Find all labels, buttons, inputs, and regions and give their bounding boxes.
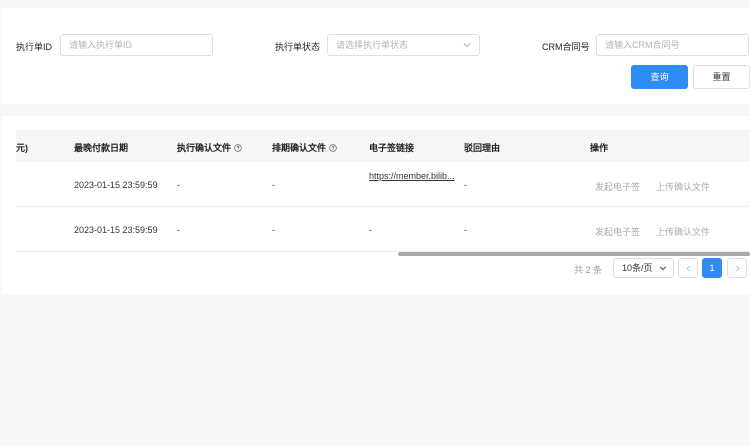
page-size-value: 10条/页 <box>622 263 653 273</box>
chevron-down-icon <box>659 266 667 271</box>
cell-exec-confirm-file: - <box>177 225 180 235</box>
col-header-latest-pay-date: 最晚付款日期 <box>74 143 129 153</box>
upload-confirm-file-action[interactable]: 上传确认文件 <box>656 225 710 238</box>
col-header-partial: 元) <box>16 143 28 153</box>
cell-esign-link: - <box>369 225 372 235</box>
cell-exec-confirm-file: - <box>177 180 180 190</box>
status-label: 执行单状态 <box>275 42 321 52</box>
chevron-right-icon <box>735 265 740 272</box>
table-panel: 元) 最晚付款日期 执行确认文件 排期确认文件 电子签链接 驳回理由 操作 20… <box>2 116 750 294</box>
crm-label: CRM合同号 <box>542 42 590 52</box>
crm-input[interactable] <box>596 34 749 56</box>
filter-panel: 执行单ID 执行单状态 请选择执行单状态 CRM合同号 查询 重置 <box>2 8 750 104</box>
chevron-left-icon <box>685 265 690 272</box>
start-esign-action[interactable]: 发起电子签 <box>595 225 640 238</box>
col-header-schedule-confirm-file: 排期确认文件 <box>272 141 337 154</box>
question-circle-icon[interactable] <box>329 144 337 152</box>
table-row: 2023-01-15 23:59:59 - - https://member.b… <box>16 162 750 207</box>
page-size-select[interactable]: 10条/页 <box>613 258 674 278</box>
status-select[interactable]: 请选择执行单状态 <box>327 34 480 56</box>
next-page-button[interactable] <box>727 258 747 278</box>
horizontal-scrollbar-thumb[interactable] <box>398 252 750 256</box>
table-row: 2023-01-15 23:59:59 - - - - 发起电子签 上传确认文件 <box>16 207 750 252</box>
cell-schedule-confirm-file: - <box>272 225 275 235</box>
upload-confirm-file-action[interactable]: 上传确认文件 <box>656 180 710 193</box>
exec-id-input[interactable] <box>60 34 213 56</box>
table-header: 元) 最晚付款日期 执行确认文件 排期确认文件 电子签链接 驳回理由 操作 <box>16 130 750 162</box>
col-header-esign-link: 电子签链接 <box>369 143 415 153</box>
exec-id-label: 执行单ID <box>16 42 53 52</box>
page-number-button[interactable]: 1 <box>702 258 722 278</box>
reset-button[interactable]: 重置 <box>693 65 750 89</box>
question-circle-icon[interactable] <box>234 144 242 152</box>
status-select-placeholder: 请选择执行单状态 <box>336 40 409 50</box>
search-button[interactable]: 查询 <box>631 65 688 89</box>
col-header-reject-reason: 驳回理由 <box>464 143 501 153</box>
esign-link[interactable]: https://member.bilib... <box>369 170 455 183</box>
col-header-actions: 操作 <box>590 143 609 153</box>
cell-reject-reason: - <box>464 225 467 235</box>
cell-schedule-confirm-file: - <box>272 180 275 190</box>
cell-latest-pay-date: 2023-01-15 23:59:59 <box>74 225 158 235</box>
col-header-exec-confirm-file: 执行确认文件 <box>177 141 242 154</box>
start-esign-action[interactable]: 发起电子签 <box>595 180 640 193</box>
chevron-down-icon <box>463 43 471 48</box>
col-header-label: 排期确认文件 <box>272 143 327 153</box>
cell-latest-pay-date: 2023-01-15 23:59:59 <box>74 180 158 190</box>
col-header-label: 执行确认文件 <box>177 143 232 153</box>
cell-reject-reason: - <box>464 180 467 190</box>
prev-page-button[interactable] <box>678 258 698 278</box>
total-count: 共 2 条 <box>574 265 603 275</box>
